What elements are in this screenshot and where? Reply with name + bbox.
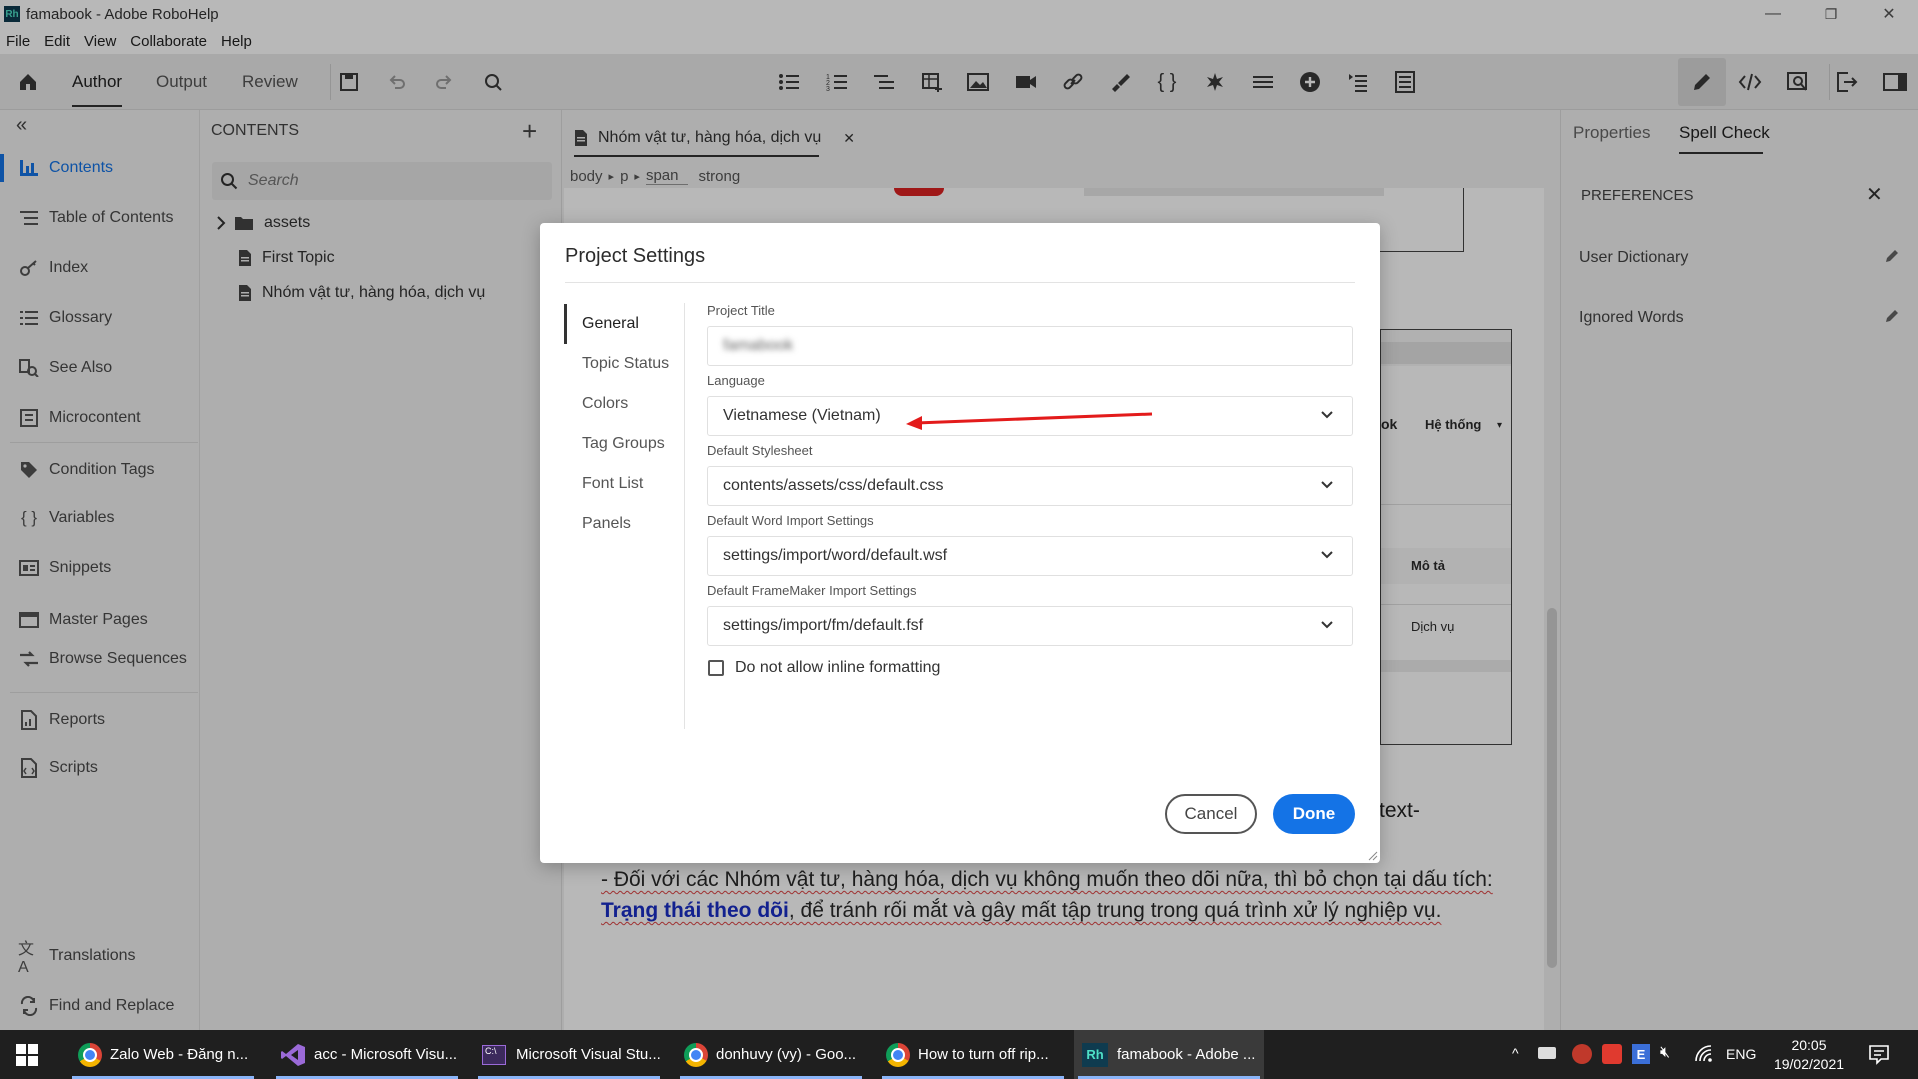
framemaker-import-value: settings/import/fm/default.fsf (723, 617, 924, 634)
stylesheet-label: Default Stylesheet (707, 443, 813, 458)
dialog-nav-divider (684, 303, 685, 729)
windows-taskbar: Zalo Web - Đăng n... acc - Microsoft Vis… (0, 1030, 1918, 1079)
dialog-title: Project Settings (565, 245, 706, 267)
clock[interactable]: 20:05 19/02/2021 (1772, 1036, 1846, 1074)
notification-icon[interactable] (1868, 1043, 1890, 1065)
visual-studio-icon (280, 1042, 306, 1068)
dialog-nav-topic-status[interactable]: Topic Status (582, 355, 669, 373)
chrome-icon (684, 1042, 708, 1067)
chrome-icon (78, 1042, 102, 1067)
annotation-arrow (906, 412, 1153, 430)
word-import-select[interactable]: settings/import/word/default.wsf (707, 536, 1353, 576)
active-nav-indicator (564, 304, 567, 344)
project-title-label: Project Title (707, 303, 775, 318)
project-settings-dialog: Project Settings General Topic Status Co… (540, 223, 1380, 863)
project-title-value: famabook (723, 337, 794, 354)
taskbar-item-robohelp[interactable]: Rh famabook - Adobe ... (1074, 1030, 1264, 1079)
inline-formatting-checkbox[interactable] (708, 660, 724, 676)
taskbar-item-label: How to turn off rip... (918, 1046, 1049, 1063)
clock-time: 20:05 (1791, 1037, 1827, 1053)
taskbar-item-ripple[interactable]: How to turn off rip... (878, 1030, 1068, 1079)
framemaker-import-select[interactable]: settings/import/fm/default.fsf (707, 606, 1353, 646)
chevron-down-icon[interactable] (1320, 550, 1334, 560)
robohelp-icon: Rh (1082, 1042, 1108, 1067)
clock-date: 19/02/2021 (1773, 1056, 1845, 1072)
taskbar-item-label: donhuvy (vy) - Goo... (716, 1046, 857, 1063)
taskbar-item-visual-studio[interactable]: acc - Microsoft Visu... (272, 1030, 462, 1079)
battery-icon[interactable] (1538, 1047, 1556, 1059)
taskbar-item-label: famabook - Adobe ... (1117, 1046, 1256, 1063)
taskbar-item-label: Zalo Web - Đăng n... (110, 1046, 249, 1063)
inline-formatting-option[interactable]: Do not allow inline formatting (708, 659, 940, 677)
word-import-label: Default Word Import Settings (707, 513, 874, 528)
taskbar-item-zalo[interactable]: Zalo Web - Đăng n... (68, 1030, 258, 1079)
taskbar-item-label: acc - Microsoft Visu... (314, 1046, 458, 1063)
chevron-down-icon[interactable] (1320, 480, 1334, 490)
dialog-nav-general[interactable]: General (582, 315, 639, 333)
framemaker-import-label: Default FrameMaker Import Settings (707, 583, 917, 598)
unikey-icon[interactable]: E (1632, 1044, 1650, 1064)
network-icon[interactable] (1694, 1044, 1714, 1064)
mute-speaker-icon[interactable]: 🔇︎ (1660, 1044, 1670, 1062)
word-import-value: settings/import/word/default.wsf (723, 547, 948, 564)
tray-expand-icon[interactable]: ^ (1512, 1045, 1519, 1061)
resize-grip-icon[interactable] (1368, 851, 1378, 861)
language-indicator[interactable]: ENG (1726, 1046, 1756, 1062)
chevron-down-icon[interactable] (1320, 620, 1334, 630)
vs-console-icon: C:\ (482, 1044, 506, 1065)
language-value: Vietnamese (Vietnam) (723, 407, 881, 424)
done-button[interactable]: Done (1273, 794, 1355, 834)
dialog-nav-panels[interactable]: Panels (582, 515, 631, 533)
dialog-nav-colors[interactable]: Colors (582, 395, 628, 413)
dialog-title-divider (565, 282, 1355, 283)
chrome-icon (886, 1042, 910, 1067)
acrobat-icon[interactable] (1602, 1044, 1622, 1064)
inline-formatting-label: Do not allow inline formatting (735, 659, 941, 676)
antivirus-icon[interactable] (1572, 1044, 1592, 1064)
windows-start-icon[interactable] (16, 1044, 38, 1066)
project-title-input[interactable]: famabook (707, 326, 1353, 366)
dialog-nav-font-list[interactable]: Font List (582, 475, 643, 493)
taskbar-item-label: Microsoft Visual Stu... (516, 1046, 661, 1063)
chevron-down-icon[interactable] (1320, 410, 1334, 420)
stylesheet-value: contents/assets/css/default.css (723, 477, 944, 494)
stylesheet-select[interactable]: contents/assets/css/default.css (707, 466, 1353, 506)
taskbar-item-vs-console[interactable]: C:\ Microsoft Visual Stu... (474, 1030, 664, 1079)
cancel-button[interactable]: Cancel (1165, 794, 1257, 834)
dialog-nav-tag-groups[interactable]: Tag Groups (582, 435, 665, 453)
taskbar-item-donhuvy[interactable]: donhuvy (vy) - Goo... (676, 1030, 866, 1079)
language-label: Language (707, 373, 765, 388)
